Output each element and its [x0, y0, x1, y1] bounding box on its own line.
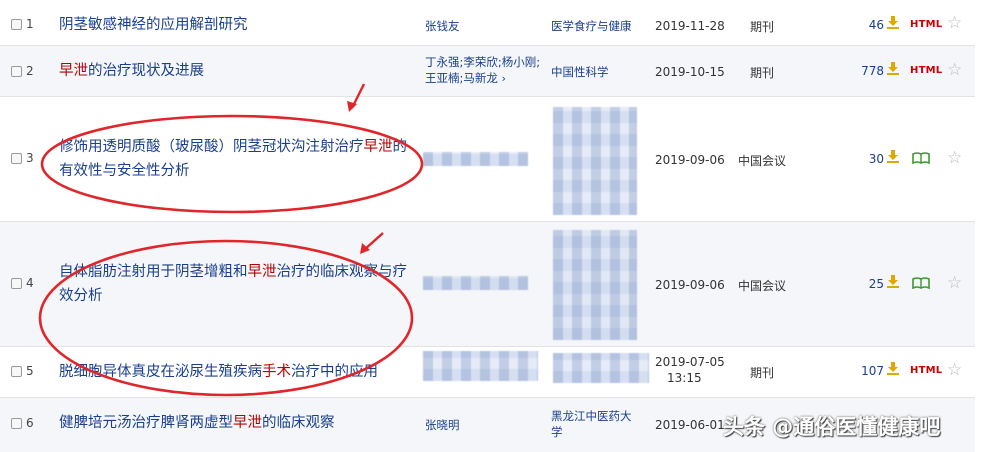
author-list[interactable]: 丁永强;李荣欣;杨小刚; 王亚楠;马新龙 › [425, 54, 550, 87]
favorite-star-icon[interactable]: ☆ [947, 273, 962, 293]
publish-date: 2019-06-01 [655, 418, 725, 432]
publication-type: 期刊 [750, 366, 775, 380]
download-icon[interactable] [886, 361, 900, 378]
table-row: 1 阴茎敏感神经的应用解剖研究 张钱友 医学食疗与健康 2019-11-28 期… [0, 0, 975, 46]
source-link[interactable]: 中国性科学 [551, 64, 647, 80]
html-format-link[interactable]: HTML [910, 65, 942, 76]
row-checkbox[interactable] [11, 66, 22, 77]
author-link[interactable]: 张晓明 [425, 417, 550, 433]
blurred-source [553, 353, 649, 383]
row-checkbox[interactable] [11, 153, 22, 164]
row-number: 5 [26, 364, 34, 378]
article-title-link[interactable]: 健脾培元汤治疗脾肾两虚型早泄的临床观察 [59, 411, 419, 435]
row-checkbox[interactable] [11, 366, 22, 377]
table-row: 2 早泄的治疗现状及进展 丁永强;李荣欣;杨小刚; 王亚楠;马新龙 › 中国性科… [0, 46, 975, 97]
publish-date: 2019-09-06 [655, 278, 725, 292]
article-title-link[interactable]: 自体脂肪注射用于阴茎增粗和早泄治疗的临床观察与疗效分析 [59, 260, 419, 308]
blurred-source [553, 230, 637, 340]
favorite-star-icon[interactable]: ☆ [947, 13, 962, 33]
publish-date: 2019-10-15 [655, 65, 725, 79]
publication-type: 中国会议 [738, 154, 787, 168]
author-link[interactable]: 丁永强;李荣欣;杨小刚; [425, 54, 550, 70]
publish-date: 2019-11-28 [655, 19, 725, 33]
article-title-link[interactable]: 阴茎敏感神经的应用解剖研究 [59, 13, 419, 37]
publication-type: 中国会议 [738, 279, 787, 293]
publication-type: 期刊 [750, 20, 775, 34]
download-count: 25 [868, 277, 884, 291]
author-link[interactable]: 王亚楠;马新龙 [425, 71, 498, 85]
author-link[interactable]: 张钱友 [425, 18, 550, 34]
download-count: 778 [861, 64, 884, 78]
read-online-book-icon[interactable] [912, 277, 930, 292]
publish-date: 2019-09-06 [655, 153, 725, 167]
publication-type: 期刊 [750, 66, 775, 80]
row-number: 2 [26, 64, 34, 78]
publish-date: 2019-07-05 13:15 [655, 355, 725, 385]
blurred-authors [423, 152, 528, 166]
download-icon[interactable] [886, 61, 900, 78]
table-row: 3 修饰用透明质酸（玻尿酸）阴茎冠状沟注射治疗早泄的有效性与安全性分析 2019… [0, 97, 975, 222]
row-checkbox[interactable] [11, 19, 22, 30]
blurred-authors [423, 276, 528, 290]
watermark-text: 头条 @通俗医懂健康吧 [723, 415, 941, 439]
download-icon[interactable] [886, 149, 900, 166]
chevron-right-icon[interactable]: › [502, 72, 506, 85]
row-number: 4 [26, 276, 34, 290]
favorite-star-icon[interactable]: ☆ [947, 360, 962, 380]
favorite-star-icon[interactable]: ☆ [947, 148, 962, 168]
results-table: 1 阴茎敏感神经的应用解剖研究 张钱友 医学食疗与健康 2019-11-28 期… [0, 0, 975, 452]
html-format-link[interactable]: HTML [910, 19, 942, 30]
row-number: 1 [26, 17, 34, 31]
blurred-source [553, 107, 637, 215]
read-online-book-icon[interactable] [912, 152, 930, 167]
source-link[interactable]: 黑龙江中医药大 学 [551, 408, 647, 440]
table-row: 5 脱细胞异体真皮在泌尿生殖疾病手术治疗中的应用 2019-07-05 13:1… [0, 347, 975, 398]
article-title-link[interactable]: 修饰用透明质酸（玻尿酸）阴茎冠状沟注射治疗早泄的有效性与安全性分析 [59, 135, 419, 183]
article-title-link[interactable]: 早泄的治疗现状及进展 [59, 59, 419, 83]
row-checkbox[interactable] [11, 418, 22, 429]
download-icon[interactable] [886, 274, 900, 291]
article-title-link[interactable]: 脱细胞异体真皮在泌尿生殖疾病手术治疗中的应用 [59, 360, 419, 384]
row-number: 3 [26, 151, 34, 165]
html-format-link[interactable]: HTML [910, 365, 942, 376]
download-icon[interactable] [886, 15, 900, 32]
download-count: 46 [868, 18, 884, 32]
blurred-authors [423, 351, 538, 381]
row-checkbox[interactable] [11, 278, 22, 289]
download-count: 30 [868, 152, 884, 166]
favorite-star-icon[interactable]: ☆ [947, 60, 962, 80]
row-number: 6 [26, 416, 34, 430]
source-link[interactable]: 医学食疗与健康 [551, 18, 647, 34]
download-count: 107 [861, 364, 884, 378]
table-row: 4 自体脂肪注射用于阴茎增粗和早泄治疗的临床观察与疗效分析 2019-09-06… [0, 222, 975, 347]
